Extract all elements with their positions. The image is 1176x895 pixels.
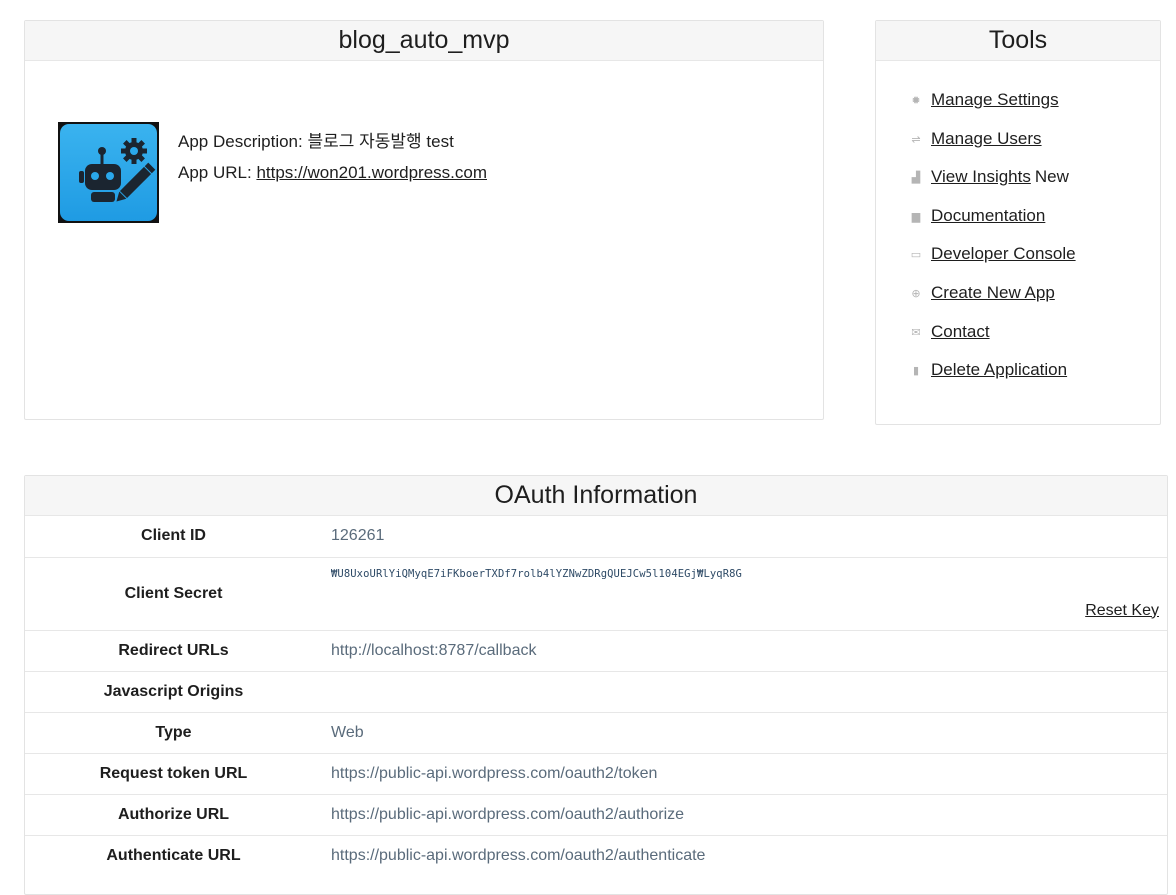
tool-item-view-insights: ▟ View Insights New bbox=[910, 158, 1076, 197]
robot-pencil-icon bbox=[60, 124, 157, 221]
redirect-urls-label: Redirect URLs bbox=[118, 641, 229, 659]
authenticate-url-value: https://public-api.wordpress.com/oauth2/… bbox=[331, 846, 706, 864]
mail-icon: ✉ bbox=[911, 326, 921, 339]
tool-item-manage-settings: ✹ Manage Settings bbox=[910, 81, 1076, 120]
table-row: Redirect URLs http://localhost:8787/call… bbox=[25, 630, 1167, 671]
developer-console-link[interactable]: Developer Console bbox=[931, 244, 1076, 263]
app-url-link[interactable]: https://won201.wordpress.com bbox=[256, 163, 487, 182]
authorize-url-label: Authorize URL bbox=[117, 805, 230, 823]
contact-link[interactable]: Contact bbox=[931, 322, 990, 341]
client-secret-value: ₩U8UxoURlYiQMyqE7iFKboerTXDf7rolb4lYZNwZ… bbox=[331, 567, 742, 580]
app-title: blog_auto_mvp bbox=[25, 21, 823, 61]
delete-application-link[interactable]: Delete Application bbox=[931, 360, 1067, 379]
oauth-panel: OAuth Information Client ID 126261 Clien… bbox=[24, 475, 1168, 895]
table-row: Javascript Origins bbox=[25, 671, 1167, 712]
request-token-url-label: Request token URL bbox=[99, 764, 248, 782]
book-icon: ▆ bbox=[911, 210, 921, 223]
table-row: Client Secret ₩U8UxoURlYiQMyqE7iFKboerTX… bbox=[25, 557, 1167, 630]
authorize-url-value: https://public-api.wordpress.com/oauth2/… bbox=[331, 805, 685, 823]
trash-icon: ▮ bbox=[912, 365, 920, 378]
tool-item-documentation: ▆ Documentation bbox=[910, 197, 1076, 236]
table-row: Request token URL https://public-api.wor… bbox=[25, 753, 1167, 794]
table-row: Client ID 126261 bbox=[25, 516, 1167, 557]
app-info: App Description: 블로그 자동발행 test App URL: … bbox=[178, 126, 487, 188]
view-insights-link[interactable]: View Insights bbox=[931, 167, 1031, 186]
documentation-link[interactable]: Documentation bbox=[931, 206, 1045, 225]
tools-title: Tools bbox=[876, 21, 1160, 61]
create-new-app-link[interactable]: Create New App bbox=[931, 283, 1055, 302]
javascript-origins-value bbox=[322, 671, 1167, 712]
app-url-label: App URL: bbox=[178, 163, 252, 182]
new-badge: New bbox=[1034, 167, 1069, 187]
app-logo bbox=[58, 122, 159, 223]
request-token-url-value: https://public-api.wordpress.com/oauth2/… bbox=[331, 764, 658, 782]
console-icon: ▭ bbox=[910, 249, 922, 262]
manage-settings-link[interactable]: Manage Settings bbox=[931, 90, 1059, 109]
tools-panel: Tools ✹ Manage Settings ⇌ Manage Users ▟ Vi… bbox=[875, 20, 1161, 425]
javascript-origins-label: Javascript Origins bbox=[103, 682, 244, 700]
app-panel: blog_auto_mvp App Description: 블로그 자동발행 … bbox=[24, 20, 824, 420]
table-row: Authenticate URL https://public-api.word… bbox=[25, 835, 1167, 876]
bar-chart-icon: ▟ bbox=[911, 172, 921, 185]
oauth-title: OAuth Information bbox=[25, 476, 1167, 516]
tool-item-manage-users: ⇌ Manage Users bbox=[910, 120, 1076, 159]
client-id-label: Client ID bbox=[141, 527, 206, 545]
app-description: 블로그 자동발행 test bbox=[307, 132, 454, 151]
table-row: Type Web bbox=[25, 712, 1167, 753]
table-row: Authorize URL https://public-api.wordpre… bbox=[25, 794, 1167, 835]
client-secret-label: Client Secret bbox=[124, 584, 223, 602]
app-description-label: App Description: bbox=[178, 132, 303, 151]
users-icon: ⇌ bbox=[911, 133, 921, 146]
tools-list: ✹ Manage Settings ⇌ Manage Users ▟ View Ins… bbox=[910, 81, 1076, 390]
redirect-urls-value: http://localhost:8787/callback bbox=[331, 641, 537, 659]
tool-item-developer-console: ▭ Developer Console bbox=[910, 235, 1076, 274]
reset-key-link[interactable]: Reset Key bbox=[1085, 602, 1159, 620]
tool-item-contact: ✉ Contact bbox=[910, 313, 1076, 352]
type-value: Web bbox=[331, 723, 364, 741]
authenticate-url-label: Authenticate URL bbox=[106, 846, 241, 864]
tool-item-delete-application: ▮ Delete Application bbox=[910, 351, 1076, 390]
app-description-row: App Description: 블로그 자동발행 test bbox=[178, 126, 487, 157]
gear-icon: ✹ bbox=[911, 95, 921, 107]
tool-item-create-new-app: ⊕ Create New App bbox=[910, 274, 1076, 313]
type-label: Type bbox=[155, 723, 192, 741]
app-url-row: App URL: https://won201.wordpress.com bbox=[178, 157, 487, 188]
client-id-value: 126261 bbox=[331, 527, 385, 545]
client-secret-cell: ₩U8UxoURlYiQMyqE7iFKboerTXDf7rolb4lYZNwZ… bbox=[322, 557, 1167, 630]
manage-users-link[interactable]: Manage Users bbox=[931, 129, 1042, 148]
plus-circle-icon: ⊕ bbox=[911, 287, 921, 300]
oauth-table: Client ID 126261 Client Secret ₩U8UxoURl… bbox=[25, 516, 1167, 876]
